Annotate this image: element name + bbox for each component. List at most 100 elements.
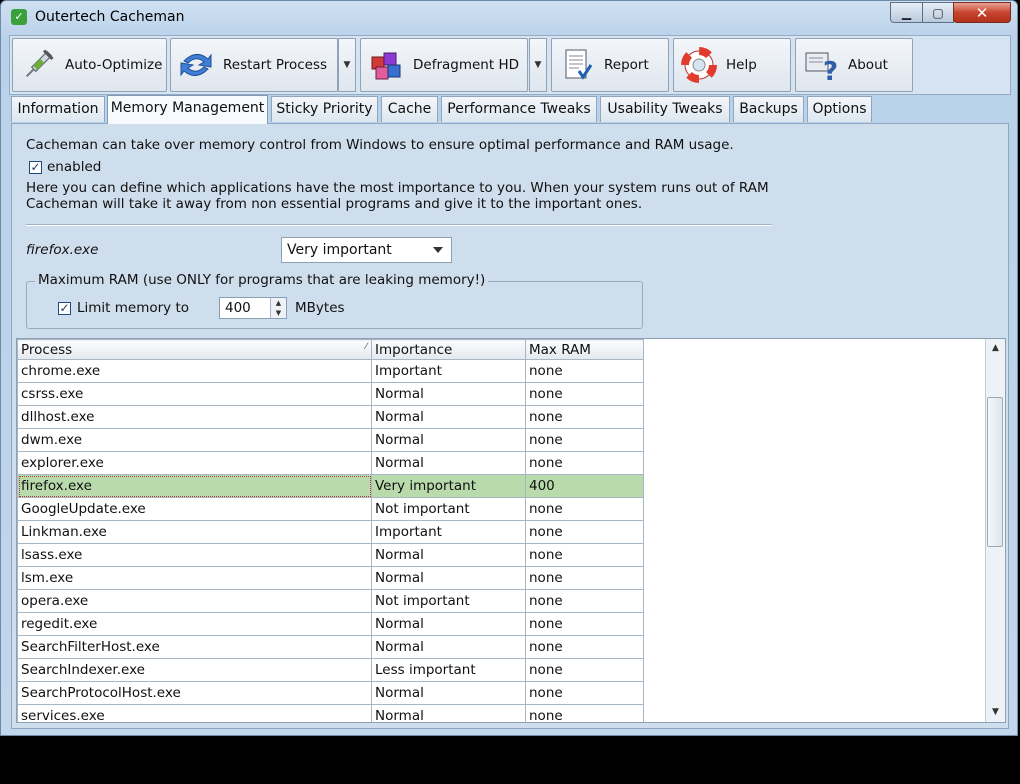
auto-optimize-button[interactable]: Auto-Optimize [12, 38, 167, 92]
defragment-hd-button[interactable]: Defragment HD [360, 38, 528, 92]
tab-memory-management[interactable]: Memory Management [107, 95, 268, 124]
max-ram-cell: none [525, 520, 644, 544]
column-header-max-ram[interactable]: Max RAM [525, 339, 644, 360]
importance-select[interactable]: Very important [281, 237, 452, 263]
window-title: Outertech Cacheman [35, 9, 185, 25]
tab-backups[interactable]: Backups [733, 96, 804, 122]
process-cell: firefox.exe [17, 474, 372, 498]
importance-cell: Normal [371, 428, 526, 452]
importance-cell: Normal [371, 635, 526, 659]
process-cell: csrss.exe [17, 382, 372, 406]
spin-up-icon[interactable]: ▲ [270, 298, 286, 308]
max-ram-cell: none [525, 681, 644, 705]
limit-memory-label: Limit memory to [77, 300, 190, 316]
tab-usability-tweaks[interactable]: Usability Tweaks [600, 96, 730, 122]
spin-down-icon[interactable]: ▼ [270, 308, 286, 318]
process-cell: dllhost.exe [17, 405, 372, 429]
max-ram-cell: none [525, 428, 644, 452]
table-row[interactable]: opera.exe Not important none [17, 589, 644, 613]
defragment-hd-label: Defragment HD [413, 57, 519, 73]
restart-process-dropdown[interactable]: ▼ [338, 38, 356, 92]
table-row[interactable]: GoogleUpdate.exe Not important none [17, 497, 644, 521]
maximize-button[interactable]: ▢ [922, 2, 954, 23]
process-table[interactable]: Process ⁄ Importance Max RAM chrome.exe Im… [16, 338, 1006, 723]
importance-cell: Normal [371, 681, 526, 705]
tab-cache[interactable]: Cache [381, 96, 438, 122]
process-cell: chrome.exe [17, 359, 372, 383]
tab-performance-tweaks[interactable]: Performance Tweaks [441, 96, 597, 122]
process-cell: SearchProtocolHost.exe [17, 681, 372, 705]
importance-cell: Normal [371, 405, 526, 429]
report-label: Report [604, 57, 649, 73]
memory-management-panel: Cacheman can take over memory control fr… [11, 123, 1009, 729]
help-button[interactable]: Help [673, 38, 791, 92]
process-cell: lsass.exe [17, 543, 372, 567]
restart-process-button[interactable]: Restart Process [170, 38, 338, 92]
document-icon [558, 46, 596, 84]
table-row[interactable]: SearchProtocolHost.exe Normal none [17, 681, 644, 705]
process-cell: SearchFilterHost.exe [17, 635, 372, 659]
column-header-importance[interactable]: Importance [371, 339, 526, 360]
table-row[interactable]: firefox.exe Very important 400 [17, 474, 644, 498]
process-cell: GoogleUpdate.exe [17, 497, 372, 521]
importance-cell: Normal [371, 704, 526, 722]
max-ram-cell: none [525, 612, 644, 636]
table-row[interactable]: lsm.exe Normal none [17, 566, 644, 590]
selected-process-label: firefox.exe [26, 242, 99, 258]
max-ram-cell: 400 [525, 474, 644, 498]
title-bar[interactable]: ✓ Outertech Cacheman ▁ ▢ ✕ [1, 1, 1017, 33]
importance-cell: Normal [371, 566, 526, 590]
max-ram-cell: none [525, 451, 644, 475]
table-row[interactable]: services.exe Normal none [17, 704, 644, 722]
table-row[interactable]: SearchIndexer.exe Less important none [17, 658, 644, 682]
max-ram-cell: none [525, 497, 644, 521]
max-ram-cell: none [525, 589, 644, 613]
importance-cell: Less important [371, 658, 526, 682]
memory-explain-line1: Here you can define which applications h… [26, 180, 769, 196]
max-ram-cell: none [525, 704, 644, 722]
auto-optimize-label: Auto-Optimize [65, 57, 163, 73]
close-button[interactable]: ✕ [953, 2, 1011, 23]
lifebuoy-icon [680, 46, 718, 84]
max-ram-group-title: Maximum RAM (use ONLY for programs that … [35, 272, 489, 288]
about-button[interactable]: ? About [795, 38, 913, 92]
memory-intro-text: Cacheman can take over memory control fr… [26, 137, 734, 153]
limit-memory-unit: MBytes [295, 300, 345, 316]
app-window: ✓ Outertech Cacheman ▁ ▢ ✕ Auto-Optimize… [0, 0, 1018, 736]
enabled-checkbox[interactable]: ✓ [29, 161, 42, 174]
defragment-dropdown[interactable]: ▼ [529, 38, 547, 92]
table-row[interactable]: SearchFilterHost.exe Normal none [17, 635, 644, 659]
restart-process-label: Restart Process [223, 57, 328, 73]
scroll-down-icon[interactable]: ▼ [986, 703, 1005, 722]
table-row[interactable]: regedit.exe Normal none [17, 612, 644, 636]
about-icon: ? [802, 46, 840, 84]
max-ram-cell: none [525, 405, 644, 429]
table-row[interactable]: explorer.exe Normal none [17, 451, 644, 475]
importance-cell: Normal [371, 543, 526, 567]
importance-cell: Important [371, 359, 526, 383]
minimize-button[interactable]: ▁ [890, 2, 923, 23]
vertical-scrollbar[interactable]: ▲ ▼ [985, 339, 1005, 722]
table-row[interactable]: dllhost.exe Normal none [17, 405, 644, 429]
table-row[interactable]: Linkman.exe Important none [17, 520, 644, 544]
table-row[interactable]: chrome.exe Important none [17, 359, 644, 383]
process-cell: SearchIndexer.exe [17, 658, 372, 682]
svg-text:?: ? [823, 57, 838, 83]
max-ram-group: Maximum RAM (use ONLY for programs that … [26, 272, 643, 329]
table-row[interactable]: dwm.exe Normal none [17, 428, 644, 452]
report-button[interactable]: Report [551, 38, 669, 92]
limit-memory-checkbox[interactable]: ✓ [58, 302, 71, 315]
max-ram-cell: none [525, 382, 644, 406]
limit-memory-spinner[interactable]: 400 ▲ ▼ [219, 297, 287, 319]
separator [26, 224, 772, 226]
scroll-up-icon[interactable]: ▲ [986, 339, 1005, 358]
table-row[interactable]: lsass.exe Normal none [17, 543, 644, 567]
table-row[interactable]: csrss.exe Normal none [17, 382, 644, 406]
memory-explain-line2: Cacheman will take it away from non esse… [26, 196, 643, 212]
column-header-process[interactable]: Process ⁄ [17, 339, 372, 360]
tab-sticky-priority[interactable]: Sticky Priority [271, 96, 378, 122]
max-ram-cell: none [525, 566, 644, 590]
scroll-thumb[interactable] [987, 397, 1003, 547]
tab-options[interactable]: Options [807, 96, 872, 122]
tab-information[interactable]: Information [11, 96, 105, 122]
